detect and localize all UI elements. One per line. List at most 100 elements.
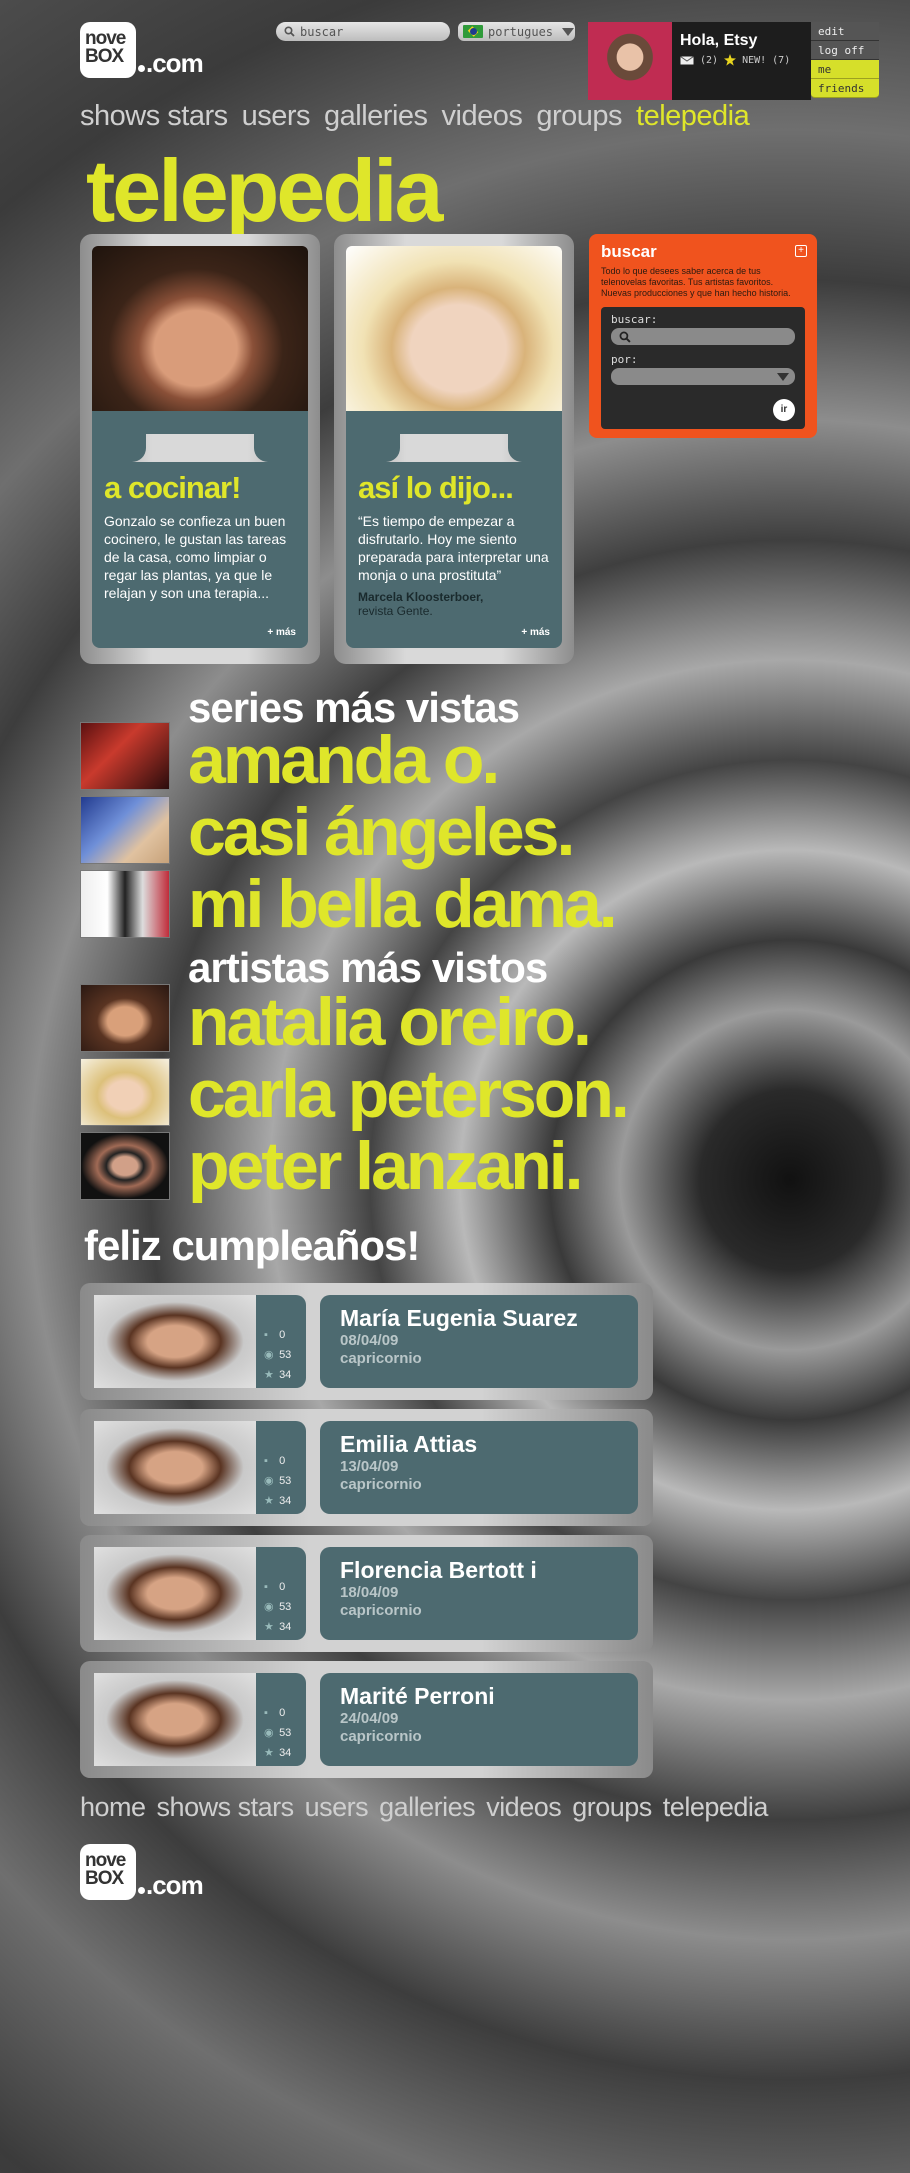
buscar-description: Todo lo que desees saber acerca de tus t… [601,266,791,298]
card-title[interactable]: así lo dijo... [358,470,550,506]
birthday-photo[interactable] [94,1547,256,1640]
eye-icon: ◉ [264,1475,274,1487]
nav-item-telepedia[interactable]: telepedia [636,100,750,133]
birthday-card: ▪ 0 ◉ 53 ★ 34 Emilia Attias 13/04/09 cap… [80,1409,653,1526]
messages-count[interactable]: (2) [700,55,718,66]
search-go-button[interactable]: ir [773,399,795,421]
stars-count: 34 [279,1747,292,1759]
nav-item-shows-stars[interactable]: shows stars [80,100,228,133]
artist-item[interactable]: natalia oreiro. [188,986,627,1058]
birthday-card: ▪ 0 ◉ 53 ★ 34 Marité Perroni 24/04/09 ca… [80,1661,653,1778]
footer-logo[interactable]: nove BOX .com [80,1844,204,1900]
birthday-card: ▪ 0 ◉ 53 ★ 34 Florencia Bertott i 18/04/… [80,1535,653,1652]
birthday-name[interactable]: Marité Perroni [340,1683,618,1710]
nav-item-galleries[interactable]: galleries [324,100,428,133]
card-photo[interactable] [346,246,562,411]
expand-icon[interactable]: + [795,245,807,257]
birthdays-heading: feliz cumpleaños! [84,1222,420,1269]
user-notifications: (2) NEW! (7) [680,54,790,66]
logo-box: nove BOX [80,1844,136,1900]
birthday-sign: capricornio [340,1728,422,1745]
birthday-date: 24/04/09 [340,1710,399,1727]
buscar-query-input[interactable] [611,328,795,345]
comments-count: 0 [279,1329,286,1341]
artist-thumb[interactable] [80,1058,170,1126]
stars-count: 34 [279,1369,292,1381]
page-title: telepedia [86,141,443,240]
card-body: así lo dijo... “Es tiempo de empezar a d… [346,462,562,648]
footer-nav-galleries[interactable]: galleries [379,1792,476,1823]
eye-icon: ◉ [264,1349,274,1361]
user-menu-friends[interactable]: friends [811,79,879,98]
mail-icon[interactable] [680,55,694,65]
user-menu-edit[interactable]: edit [811,22,879,41]
header-search-input[interactable]: buscar [276,22,450,41]
footer-nav-shows-stars[interactable]: shows stars [157,1792,295,1823]
por-field-label: por: [611,353,638,366]
series-item[interactable]: mi bella dama. [188,868,618,940]
series-thumb[interactable] [80,796,170,864]
user-greeting: Hola, Etsy [680,32,758,49]
artist-item[interactable]: carla peterson. [188,1058,630,1130]
birthday-stats: ▪ 0 ◉ 53 ★ 34 [256,1547,306,1640]
telepedia-search-box: buscar + Todo lo que desees saber acerca… [589,234,817,438]
card-more-link[interactable]: + más [267,627,296,638]
logo-dot [138,1887,145,1894]
site-logo[interactable]: nove BOX .com [80,22,204,78]
nav-item-users[interactable]: users [242,100,311,133]
nav-item-groups[interactable]: groups [536,100,622,133]
birthday-stats: ▪ 0 ◉ 53 ★ 34 [256,1673,306,1766]
artist-item[interactable]: peter lanzani. [188,1130,627,1202]
birthday-name[interactable]: María Eugenia Suarez [340,1305,618,1332]
feature-card-cocinar: a cocinar! Gonzalo se confieza un buen c… [80,234,320,664]
footer-nav-home[interactable]: home [80,1792,146,1823]
birthday-name[interactable]: Emilia Attias [340,1431,618,1458]
birthday-photo[interactable] [94,1295,256,1388]
birthday-photo[interactable] [94,1421,256,1514]
series-thumb[interactable] [80,722,170,790]
birthday-info: Florencia Bertott i 18/04/09 capricornio [320,1547,638,1640]
card-source: revista Gente. [358,604,433,618]
artistas-list: natalia oreiro. carla peterson. peter la… [188,986,630,1202]
user-avatar[interactable] [588,22,672,100]
por-select[interactable] [611,368,795,385]
birthday-date: 18/04/09 [340,1584,399,1601]
footer-nav-videos[interactable]: videos [486,1792,562,1823]
star-icon: ★ [264,1369,274,1381]
birthday-info: Marité Perroni 24/04/09 capricornio [320,1673,638,1766]
birthday-sign: capricornio [340,1350,422,1367]
series-item[interactable]: casi ángeles. [188,796,615,868]
series-thumb[interactable] [80,870,170,938]
birthday-date: 13/04/09 [340,1458,399,1475]
logo-text-bottom: BOX [85,46,124,67]
stars-count: 34 [279,1495,292,1507]
nav-item-videos[interactable]: videos [442,100,523,133]
card-photo[interactable] [92,246,308,411]
buscar-title: buscar [601,242,657,261]
comment-icon: ▪ [264,1581,268,1593]
comments-count: 0 [279,1707,286,1719]
comments-count: 0 [279,1455,286,1467]
birthday-info: Emilia Attias 13/04/09 capricornio [320,1421,638,1514]
card-title[interactable]: a cocinar! [104,470,296,506]
chevron-down-icon [562,27,575,36]
footer-nav-groups[interactable]: groups [572,1792,652,1823]
logo-suffix: .com [146,48,204,78]
stars-count: 34 [279,1621,292,1633]
user-menu-log-off[interactable]: log off [811,41,879,60]
comment-icon: ▪ [264,1707,268,1719]
birthday-photo[interactable] [94,1673,256,1766]
footer-nav-telepedia[interactable]: telepedia [663,1792,769,1823]
artist-thumb[interactable] [80,1132,170,1200]
new-count[interactable]: NEW! (7) [742,55,790,66]
language-select[interactable]: portugues [458,22,575,41]
user-menu-me[interactable]: me [811,60,879,79]
card-more-link[interactable]: + más [521,627,550,638]
birthday-info: María Eugenia Suarez 08/04/09 capricorni… [320,1295,638,1388]
footer-nav-users[interactable]: users [305,1792,369,1823]
series-item[interactable]: amanda o. [188,724,615,796]
logo-dot [138,65,145,72]
birthday-name[interactable]: Florencia Bertott i [340,1557,618,1584]
artist-thumb[interactable] [80,984,170,1052]
star-icon: ★ [264,1621,274,1633]
